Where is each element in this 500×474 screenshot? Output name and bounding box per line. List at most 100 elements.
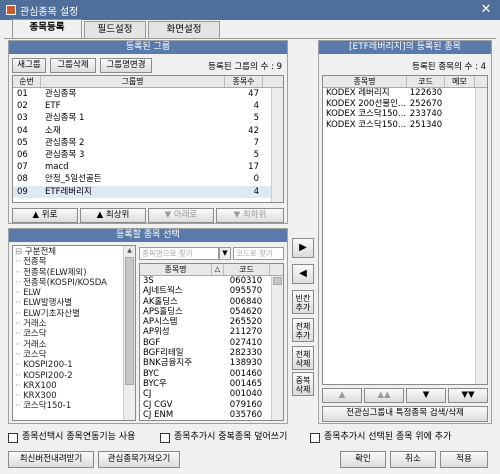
move-down-button[interactable]: ▼ 아래로 [148,208,214,223]
table-row[interactable]: 06 관심종목 3 5 [13,149,283,161]
tree-item[interactable]: ·· KRX300 [15,391,135,401]
ok-button[interactable]: 확인 [340,451,386,468]
list-item[interactable]: BNK금융지주 138930 [140,358,283,368]
table-row[interactable]: 03 관심종목 1 5 [13,112,283,124]
list-item[interactable]: AP위성 211270 [140,327,283,337]
table-row[interactable]: 09 ETF레버리지 4 [13,185,283,198]
list-item[interactable]: CJ CGV 079160 [140,400,283,410]
list-item[interactable]: CJ ENM 035760 [140,410,283,420]
rename-group-button[interactable]: 그룹명변경 [100,58,152,73]
tab-field-settings[interactable]: 필드설정 [84,21,146,38]
tree-item[interactable]: ·· 거래소 [15,340,135,350]
reg-move-down-button[interactable]: ▼ [406,388,446,403]
table-row[interactable]: 05 관심종목 2 7 [13,137,283,149]
tree-branch-icon: ·· [15,277,24,288]
list-item[interactable]: CJ 001040 [140,389,283,399]
tree-branch-icon: ·· [15,308,24,319]
list-item[interactable]: KODEX 코스닥150... 233740 [323,109,487,120]
tab-register-stocks[interactable]: 종목등록 [12,19,82,39]
download-latest-button[interactable]: 최신버전내려받기 [8,451,94,468]
group-no: 09 [17,186,28,197]
list-item[interactable]: BGF 027410 [140,338,283,348]
reg-move-bottom-button[interactable]: ▼▼ [448,388,488,403]
table-row[interactable]: 01 관심종목 47 [13,88,283,100]
list-item[interactable]: BYC우 001465 [140,379,283,389]
stock-scroll-thumb[interactable] [273,277,282,285]
scroll-up-icon[interactable]: ▲ [124,246,135,256]
list-item[interactable]: KODEX 200선물인... 252670 [323,99,487,110]
tree-item[interactable]: ·· ELW [15,288,135,298]
reg-move-top-button[interactable]: ▲▲ [364,388,404,403]
search-delete-all-groups-button[interactable]: 전관심그룹내 특정종목 검색/삭제 [322,406,488,422]
list-item[interactable]: KODEX 레버리지 122630 [323,88,487,99]
tree-item[interactable]: ·· ELW기초자산별 [15,309,135,319]
stock-name: BYC우 [143,378,167,389]
add-blank-button[interactable]: 빈칸 추가 [292,290,314,314]
add-all-button[interactable]: 전체 추가 [292,318,314,342]
tree-scroll-thumb[interactable] [125,257,134,385]
list-item[interactable]: BGF리테일 282330 [140,348,283,358]
close-icon[interactable]: ✕ [472,1,500,19]
chevron-down-icon[interactable]: ▼ [219,247,231,260]
tree-item-label: ELW [23,288,41,299]
list-item[interactable]: AK홀딩스 006840 [140,297,283,307]
move-up-button[interactable]: ▲ 위로 [12,208,78,223]
list-item[interactable]: BYC 001460 [140,369,283,379]
list-item[interactable]: 3S 060310 [140,276,283,286]
option-overwrite-checkbox[interactable] [160,433,170,443]
cancel-button[interactable]: 취소 [390,451,436,468]
list-item[interactable]: KODEX 코스닥150... 251340 [323,120,487,131]
tree-item[interactable]: ·· 전종목(KOSPI/KOSDA [15,278,135,288]
stock-code-search-input[interactable]: 코드로 찾기 [233,247,284,260]
table-row[interactable]: 07 macd 17 [13,161,283,173]
tree-item[interactable]: ·· KRX100 [15,381,135,391]
groups-list[interactable]: 순번 그룹명 종목수 01 관심종목 47 02 ETF 4 03 관심종목 1 5 04 소재 42… [12,75,284,203]
group-name: 관심종목 1 [45,113,85,124]
tree-item[interactable]: ⊟ 구분전체 [15,247,135,257]
table-row[interactable]: 04 소재 42 [13,125,283,137]
tree-item[interactable]: ·· 전종목(ELW제외) [15,268,135,278]
tree-scrollbar[interactable]: ▲ [123,246,135,420]
stock-code: 211270 [229,327,263,338]
stock-scrollbar[interactable] [271,276,283,420]
tree-item[interactable]: ·· KOSPI200-1 [15,360,135,370]
table-row[interactable]: 08 안정_5일선골든 0 [13,173,283,185]
import-watchlist-button[interactable]: 관심종목가져오기 [98,451,180,468]
delete-all-button[interactable]: 전체 삭제 [292,346,314,370]
groups-scrollbar[interactable] [271,88,283,202]
remove-stock-button[interactable]: ◀ [292,264,314,284]
category-tree[interactable]: ⊟ 구분전체 ·· 전종목 ·· 전종목(ELW제외) ·· 전종목(KOSPI/KO… [12,245,136,421]
tab-screen-settings[interactable]: 화면설정 [148,21,220,38]
list-item[interactable]: AJ네트웍스 095570 [140,286,283,296]
option-link-checkbox[interactable] [8,433,18,443]
tree-item[interactable]: ·· 코스닥 [15,329,135,339]
apply-button[interactable]: 적용 [440,451,488,468]
new-group-button[interactable]: 새그룹 [12,58,46,73]
move-bottom-button[interactable]: ▼ 최하위 [216,208,284,223]
tree-item[interactable]: ·· 코스닥150-1 [15,401,135,411]
stock-code: 060310 [229,276,263,286]
tree-item[interactable]: ·· 코스닥 [15,350,135,360]
reg-move-up-button[interactable]: ▲ [322,388,362,403]
stock-list[interactable]: 종목명 △ 코드 3S 060310 AJ네트웍스 095570 AK홀딩스 006840… [139,263,284,421]
tree-item[interactable]: ·· 전종목 [15,257,135,267]
table-row[interactable]: 02 ETF 4 [13,100,283,112]
list-item[interactable]: AP시스템 265520 [140,317,283,327]
col-group-name: 그룹명 [41,76,225,87]
option-overwrite-label: 종목추가시 중복종목 덮어쓰기 [174,432,288,442]
move-top-button[interactable]: ▲ 최상위 [80,208,146,223]
option-insert-above-checkbox[interactable] [310,433,320,443]
tree-item[interactable]: ·· KOSPI200-2 [15,371,135,381]
delete-duplicates-button[interactable]: 중복 삭제 [292,372,314,396]
stock-name-search-input[interactable]: 종목명으로 찾기 [139,247,219,260]
group-name: macd [45,162,69,173]
stock-list-header: 종목명 △ 코드 [140,264,283,276]
registered-scrollbar[interactable] [475,88,487,384]
tree-item[interactable]: ·· ELW발행사별 [15,298,135,308]
add-stock-button[interactable]: ▶ [292,238,314,258]
registered-list[interactable]: 종목명 코드 메모 KODEX 레버리지 122630 KODEX 200선물인..… [322,75,488,385]
delete-group-button[interactable]: 그룹삭제 [50,58,96,73]
tree-item[interactable]: ·· 거래소 [15,319,135,329]
sort-icon[interactable]: △ [212,264,224,275]
list-item[interactable]: APS홀딩스 054620 [140,307,283,317]
